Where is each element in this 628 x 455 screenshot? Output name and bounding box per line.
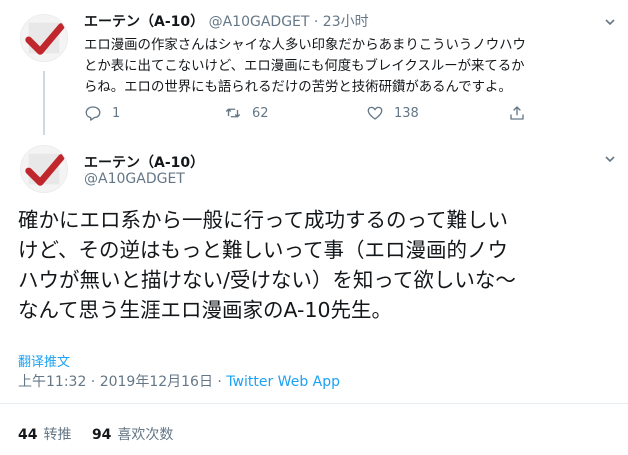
- retweets-value[interactable]: 44: [18, 427, 37, 443]
- retweet-button[interactable]: 62: [224, 104, 269, 122]
- reply-icon: [85, 106, 101, 121]
- tweet-source-link[interactable]: Twitter Web App: [226, 374, 340, 390]
- likes-value[interactable]: 94: [92, 427, 111, 443]
- user-handle[interactable]: @A10GADGET: [84, 171, 185, 187]
- divider: [0, 403, 628, 404]
- separator-dot: ·: [313, 14, 319, 30]
- like-button[interactable]: 138: [366, 104, 419, 122]
- avatar[interactable]: [20, 145, 68, 193]
- display-name[interactable]: エーテン（A-10）: [84, 152, 204, 172]
- avatar[interactable]: [20, 14, 68, 62]
- retweets-label[interactable]: 转推: [43, 427, 71, 443]
- tweet-stats: 44 转推 94 喜欢次数: [18, 424, 189, 444]
- likes-label[interactable]: 喜欢次数: [117, 427, 173, 443]
- tweet-meta: 上午11:32 · 2019年12月16日 · Twitter Web App: [18, 371, 340, 391]
- tweet-text-line: エロ漫画の作家さんはシャイな人多い印象だからあまりこういうノウハウ: [84, 38, 526, 53]
- tweet-time[interactable]: 23小时: [323, 14, 369, 30]
- chevron-down-icon[interactable]: [604, 153, 616, 165]
- tweet-actions: 1 62 138: [84, 104, 544, 126]
- share-icon: [510, 106, 524, 120]
- tweet-text-line: 確かにエロ系から一般に行って成功するのって難しい: [18, 208, 508, 232]
- share-button[interactable]: [508, 104, 536, 122]
- avatar-logo-icon: [21, 15, 67, 61]
- tweet-text-line: ハウが無いと描けない/受けない）を知って欲しいな～: [18, 268, 516, 292]
- display-name[interactable]: エーテン（A-10）: [84, 14, 204, 30]
- thread-line: [43, 71, 45, 135]
- tweet-text-line: なんて思う生涯エロ漫画家のA-10先生。: [18, 298, 393, 322]
- reply-button[interactable]: 1: [84, 104, 120, 122]
- like-count: 138: [394, 105, 419, 121]
- tweet-datetime[interactable]: 上午11:32 · 2019年12月16日 ·: [18, 374, 226, 390]
- avatar-logo-icon: [21, 146, 67, 192]
- tweet-text: 確かにエロ系から一般に行って成功するのって難しい けど、その逆はもっと難しいって…: [18, 205, 618, 325]
- tweet-header: エーテン（A-10） @A10GADGET · 23小时: [84, 13, 369, 31]
- retweet-icon: [225, 108, 241, 118]
- retweet-count: 62: [252, 105, 269, 121]
- translate-tweet-link[interactable]: 翻译推文: [18, 351, 70, 370]
- tweet-text: エロ漫画の作家さんはシャイな人多い印象だからあまりこういうノウハウ とか表に出て…: [84, 35, 614, 98]
- like-icon: [367, 106, 383, 120]
- tweet-text-line: らね。エロの世界にも語られるだけの苦労と技術研鑽があるんですよ。: [84, 80, 512, 95]
- tweet-text-line: とか表に出てこないけど、エロ漫画にも何度もブレイクスルーが来てるか: [84, 59, 525, 74]
- user-handle[interactable]: @A10GADGET: [209, 14, 310, 30]
- chevron-down-icon[interactable]: [604, 16, 616, 28]
- tweet-text-line: けど、その逆はもっと難しいって事（エロ漫画的ノウ: [18, 238, 508, 262]
- reply-count: 1: [112, 105, 121, 121]
